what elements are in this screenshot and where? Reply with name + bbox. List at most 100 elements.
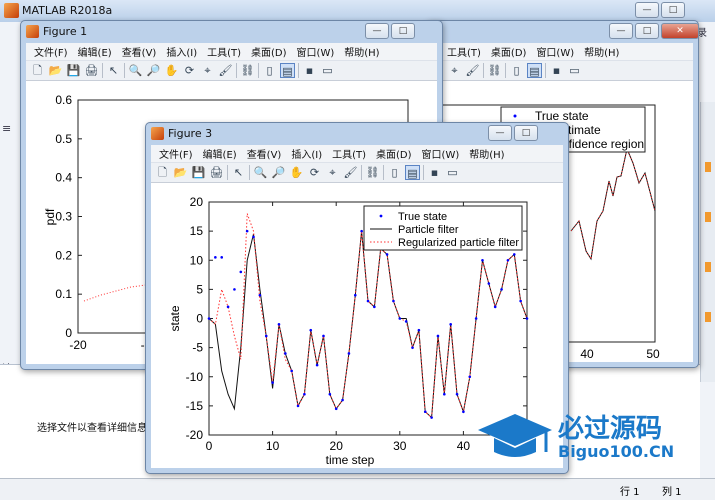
link-icon[interactable]: ⛓ bbox=[365, 165, 380, 180]
toolbar-separator bbox=[361, 165, 362, 180]
hide-tools-icon[interactable]: ▪ bbox=[427, 165, 442, 180]
rotate-icon[interactable]: ⟳ bbox=[182, 63, 197, 78]
rotate-icon[interactable]: ⟳ bbox=[307, 165, 322, 180]
toolbar-separator bbox=[124, 63, 125, 78]
true-state-point bbox=[264, 334, 268, 338]
matlab-maximize-button[interactable]: □ bbox=[661, 2, 685, 18]
legend-icon[interactable]: ▤ bbox=[405, 165, 420, 180]
figure1-ytick: 0.5 bbox=[55, 132, 72, 146]
legend-icon[interactable]: ▤ bbox=[527, 63, 542, 78]
legend-icon[interactable]: ▤ bbox=[280, 63, 295, 78]
pan-icon[interactable]: ✋ bbox=[289, 165, 304, 180]
figure2-menu-tools[interactable]: 工具(T) bbox=[443, 43, 485, 60]
y-tick-label: 15 bbox=[190, 224, 204, 238]
figure3-maximize-button[interactable]: □ bbox=[514, 125, 538, 141]
figure3-menu-window[interactable]: 窗口(W) bbox=[418, 145, 464, 162]
true-state-point bbox=[462, 410, 465, 413]
true-state-point bbox=[245, 229, 249, 233]
true-state-point bbox=[449, 323, 452, 326]
figure1-ytick: 0.6 bbox=[55, 93, 72, 107]
open-file-icon[interactable]: 📂 bbox=[173, 165, 188, 180]
figure2-title-bar: — □ ✕ bbox=[426, 21, 699, 43]
figure2-legend-true: True state bbox=[535, 109, 589, 123]
brush-icon[interactable]: 🖌 bbox=[218, 63, 233, 78]
zoom-out-icon[interactable]: 🔎 bbox=[271, 165, 286, 180]
toolbar-separator bbox=[258, 63, 259, 78]
y-tick-label: -15 bbox=[186, 399, 204, 413]
figure2-menu-window[interactable]: 窗口(W) bbox=[532, 43, 578, 60]
brush-icon[interactable]: 🖌 bbox=[465, 63, 480, 78]
figure1-ytick: 0.4 bbox=[55, 171, 72, 185]
figure1-menu-desktop[interactable]: 桌面(D) bbox=[247, 43, 291, 60]
x-tick-label: 20 bbox=[330, 439, 344, 453]
true-state-point bbox=[284, 352, 287, 355]
zoom-out-icon[interactable]: 🔎 bbox=[146, 63, 161, 78]
link-icon[interactable]: ⛓ bbox=[487, 63, 502, 78]
matlab-minimize-button[interactable]: — bbox=[635, 2, 659, 18]
figure3-menu-desktop[interactable]: 桌面(D) bbox=[372, 145, 416, 162]
zoom-in-icon[interactable]: 🔍 bbox=[253, 165, 268, 180]
figure3-menu-help[interactable]: 帮助(H) bbox=[465, 145, 508, 162]
figure1-menu-window[interactable]: 窗口(W) bbox=[293, 43, 339, 60]
y-tick-label: 20 bbox=[190, 195, 204, 209]
y-tick-label: 0 bbox=[196, 312, 203, 326]
figure1-maximize-button[interactable]: □ bbox=[391, 23, 415, 39]
figure3-menu-file[interactable]: 文件(F) bbox=[155, 145, 197, 162]
new-figure-icon[interactable]: 🗋 bbox=[30, 63, 45, 78]
true-state-point bbox=[328, 392, 332, 396]
figure2-legend-confidence: nfidence region bbox=[562, 137, 644, 151]
data-cursor-icon[interactable]: ⌖ bbox=[447, 63, 462, 78]
hide-tools-icon[interactable]: ▪ bbox=[302, 63, 317, 78]
true-state-point bbox=[392, 299, 395, 303]
figure1-menu-file[interactable]: 文件(F) bbox=[30, 43, 72, 60]
right-scrollbar[interactable] bbox=[700, 102, 715, 382]
figure1-menu-view[interactable]: 查看(V) bbox=[118, 43, 161, 60]
figure3-menu-tools[interactable]: 工具(T) bbox=[328, 145, 370, 162]
save-icon[interactable]: 💾 bbox=[191, 165, 206, 180]
data-cursor-icon[interactable]: ⌖ bbox=[200, 63, 215, 78]
colorbar-icon[interactable]: ▯ bbox=[387, 165, 402, 180]
show-tools-icon[interactable]: ▭ bbox=[320, 63, 335, 78]
pointer-icon[interactable]: ↖ bbox=[231, 165, 246, 180]
figure3-menu-edit[interactable]: 编辑(E) bbox=[199, 145, 241, 162]
zoom-in-icon[interactable]: 🔍 bbox=[128, 63, 143, 78]
true-state-point bbox=[309, 328, 313, 332]
open-file-icon[interactable]: 📂 bbox=[48, 63, 63, 78]
figure1-menu-help[interactable]: 帮助(H) bbox=[340, 43, 383, 60]
data-cursor-icon[interactable]: ⌖ bbox=[325, 165, 340, 180]
figure1-menu-edit[interactable]: 编辑(E) bbox=[74, 43, 116, 60]
colorbar-icon[interactable]: ▯ bbox=[509, 63, 524, 78]
figure1-menu-insert[interactable]: 插入(I) bbox=[162, 43, 201, 60]
figure2-menu-desktop[interactable]: 桌面(D) bbox=[487, 43, 531, 60]
link-icon[interactable]: ⛓ bbox=[240, 63, 255, 78]
true-state-point bbox=[360, 229, 363, 233]
brush-icon[interactable]: 🖌 bbox=[343, 165, 358, 180]
figure2-minimize-button[interactable]: — bbox=[609, 23, 633, 39]
hide-tools-icon[interactable]: ▪ bbox=[549, 63, 564, 78]
new-figure-icon[interactable]: 🗋 bbox=[155, 165, 170, 180]
pointer-icon[interactable]: ↖ bbox=[106, 63, 121, 78]
figure2-close-button[interactable]: ✕ bbox=[661, 23, 699, 39]
toolbar-separator bbox=[423, 165, 424, 180]
figure2-maximize-button[interactable]: □ bbox=[635, 23, 659, 39]
colorbar-icon[interactable]: ▯ bbox=[262, 63, 277, 78]
figure3-minimize-button[interactable]: — bbox=[488, 125, 512, 141]
figure1-ytick: 0.3 bbox=[55, 210, 72, 224]
show-tools-icon[interactable]: ▭ bbox=[567, 63, 582, 78]
figure3-menu-view[interactable]: 查看(V) bbox=[243, 145, 286, 162]
toolbar-separator bbox=[483, 63, 484, 78]
true-state-point bbox=[506, 258, 510, 262]
figure1-menu-tools[interactable]: 工具(T) bbox=[203, 43, 245, 60]
true-state-point bbox=[436, 334, 440, 338]
figure2-menu-help[interactable]: 帮助(H) bbox=[580, 43, 623, 60]
pan-icon[interactable]: ✋ bbox=[164, 63, 179, 78]
figure3-menu-insert[interactable]: 插入(I) bbox=[287, 145, 326, 162]
true-state-point bbox=[525, 317, 529, 320]
figure1-minimize-button[interactable]: — bbox=[365, 23, 389, 39]
print-icon[interactable]: 🖨 bbox=[84, 63, 99, 78]
figure1-menubar: 文件(F) 编辑(E) 查看(V) 插入(I) 工具(T) 桌面(D) 窗口(W… bbox=[26, 43, 437, 61]
show-tools-icon[interactable]: ▭ bbox=[445, 165, 460, 180]
save-icon[interactable]: 💾 bbox=[66, 63, 81, 78]
toolbar-separator bbox=[505, 63, 506, 78]
print-icon[interactable]: 🖨 bbox=[209, 165, 224, 180]
